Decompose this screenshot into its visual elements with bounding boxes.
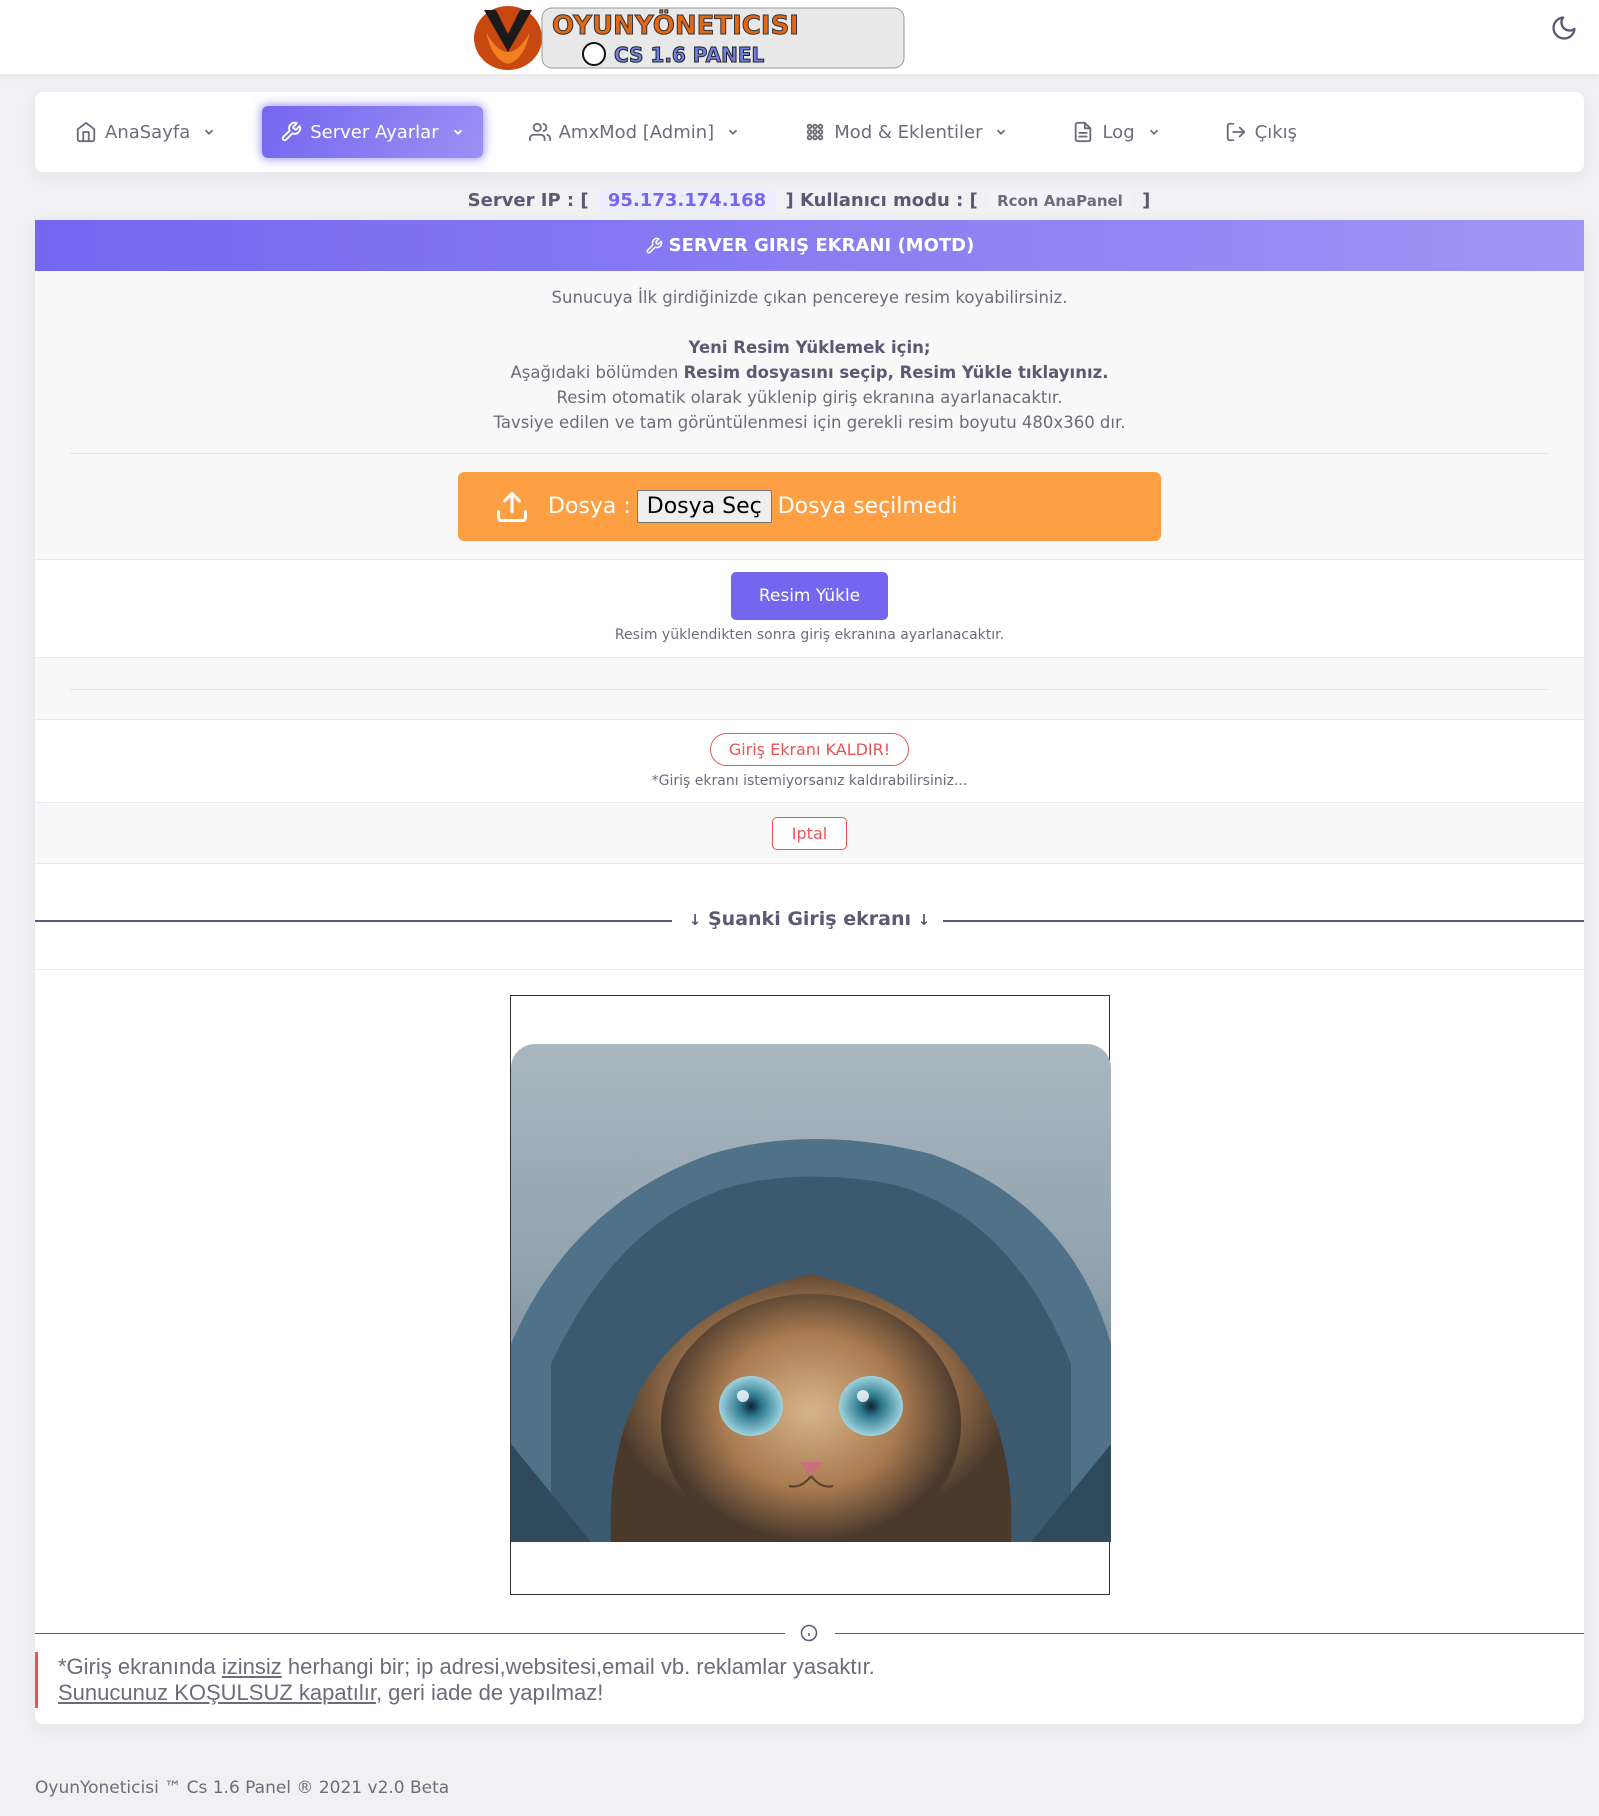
server-ip-label: Server IP : [ <box>467 190 589 211</box>
logo: OYUNYÖNETICISI CS 1.6 PANEL <box>474 6 905 70</box>
info-section: Sunucuya İlk girdiğinizde çıkan pencerey… <box>35 271 1584 454</box>
warning-underline: izinsiz <box>221 1654 282 1679</box>
svg-text:OYUNYÖNETICISI: OYUNYÖNETICISI <box>552 8 799 41</box>
howto-line3: Tavsiye edilen ve tam görüntülenmesi içi… <box>493 413 1126 432</box>
card-title: SERVER GIRIŞ EKRANI (MOTD) <box>668 235 975 256</box>
intro-text: Sunucuya İlk girdiğinizde çıkan pencerey… <box>551 288 1068 307</box>
remove-motd-button[interactable]: Giriş Ekranı KALDIR! <box>709 733 910 766</box>
tool-icon <box>282 121 302 142</box>
blank-section <box>35 658 1584 720</box>
logout-icon <box>1226 122 1245 142</box>
howto-line2: Resim otomatik olarak yüklenip giriş ekr… <box>556 388 1063 407</box>
tool-icon <box>646 237 662 253</box>
cancel-button[interactable]: Iptal <box>771 817 848 850</box>
nav-label: Mod & Eklentiler <box>834 121 983 143</box>
warning-text: , geri iade de yapılmaz! <box>375 1680 604 1705</box>
nav-item-server-ayarlar[interactable]: Server Ayarlar <box>262 106 483 158</box>
current-motd-title: ↓ Şuanki Giriş ekranı ↓ <box>688 908 931 930</box>
cancel-section: Iptal <box>35 803 1584 864</box>
upload-icon <box>497 491 527 522</box>
bracket-close: ] <box>1142 190 1151 211</box>
grid-icon <box>806 123 824 141</box>
card-header: SERVER GIRIŞ EKRANI (MOTD) <box>35 220 1584 271</box>
divider <box>70 689 1549 690</box>
nav-item-log[interactable]: Log <box>1054 106 1178 158</box>
howto-line1-pre: Aşağıdaki bölümden <box>510 363 684 382</box>
server-ip-badge: 95.173.174.168 <box>598 188 776 213</box>
nav-label: AmxMod [Admin] <box>558 121 715 143</box>
warning-note: *Giriş ekranında izinsiz herhangi bir; i… <box>35 1652 1584 1708</box>
chevron-down-icon <box>729 129 738 135</box>
file-upload-box[interactable]: Dosya : Dosya Seç Dosya seçilmedi <box>458 472 1161 541</box>
info-divider <box>35 1624 1584 1644</box>
howto-title: Yeni Resim Yüklemek için; <box>688 338 931 357</box>
file-text-icon <box>1075 121 1092 143</box>
nav-label: Server Ayarlar <box>310 121 439 143</box>
svg-text:CS 1.6 PANEL: CS 1.6 PANEL <box>614 43 765 67</box>
nav-label: AnaSayfa <box>105 121 191 143</box>
upload-hint: Resim yüklendikten sonra giriş ekranına … <box>614 627 1005 643</box>
moon-icon[interactable] <box>1550 14 1578 42</box>
howto-line1-bold: Resim dosyasını seçip, Resim Yükle tıkla… <box>683 363 1109 382</box>
upload-section: Dosya : Dosya Seç Dosya seçilmedi <box>35 454 1584 560</box>
no-file-text: Dosya seçilmedi <box>777 494 958 519</box>
divider-line <box>835 1633 1584 1634</box>
nav-item-amxmod[interactable]: AmxMod [Admin] <box>511 106 759 158</box>
top-bar: OYUNYÖNETICISI CS 1.6 PANEL <box>0 0 1599 74</box>
arrow-down-icon: ↓ <box>917 911 931 929</box>
users-icon <box>528 122 551 142</box>
home-icon <box>76 121 96 143</box>
nav-label: Çıkış <box>1254 121 1297 143</box>
nav-item-mod-eklentiler[interactable]: Mod & Eklentiler <box>786 106 1026 158</box>
server-info-line: Server IP : [ 95.173.174.168 ] Kullanıcı… <box>0 188 1599 213</box>
current-motd-divider: ↓ Şuanki Giriş ekranı ↓ <box>35 864 1584 970</box>
user-mode-badge: Rcon AnaPanel <box>988 189 1132 213</box>
warning-text: *Giriş ekranında <box>58 1654 222 1679</box>
main-nav: AnaSayfa Server Ayarlar AmxMod [Admin] M… <box>35 92 1584 172</box>
remove-section: Giriş Ekranı KALDIR! *Giriş ekranı istem… <box>35 720 1584 803</box>
divider-line <box>35 1633 785 1634</box>
remove-hint: *Giriş ekranı istemiyorsanız kaldırabili… <box>651 773 968 789</box>
info-icon <box>800 1624 818 1642</box>
arrow-down-icon: ↓ <box>688 911 702 929</box>
nav-item-cikis[interactable]: Çıkış <box>1207 106 1315 158</box>
choose-file-button[interactable]: Dosya Seç <box>636 490 772 523</box>
motd-card: SERVER GIRIŞ EKRANI (MOTD) Sunucuya İlk … <box>35 220 1584 1724</box>
nav-label: Log <box>1102 121 1135 143</box>
nav-item-anasayfa[interactable]: AnaSayfa <box>57 106 234 158</box>
warning-underline: Sunucunuz KOŞULSUZ kapatılır <box>58 1680 376 1705</box>
chevron-down-icon <box>453 129 462 135</box>
user-mode-label: ] Kullanıcı modu : [ <box>785 190 978 211</box>
chevron-down-icon <box>205 129 214 135</box>
footer-text: OyunYoneticisi ™ Cs 1.6 Panel ® 2021 v2.… <box>35 1778 450 1798</box>
chevron-down-icon <box>997 129 1006 135</box>
submit-section: Resim Yükle Resim yüklendikten sonra gir… <box>35 560 1584 658</box>
warning-text: herhangi bir; ip adresi,websitesi,email … <box>281 1654 875 1679</box>
file-label: Dosya : <box>548 494 631 519</box>
kitten-image <box>511 1044 1111 1542</box>
motd-preview-frame <box>510 995 1111 1595</box>
upload-image-button[interactable]: Resim Yükle <box>730 572 889 620</box>
chevron-down-icon <box>1149 129 1158 135</box>
